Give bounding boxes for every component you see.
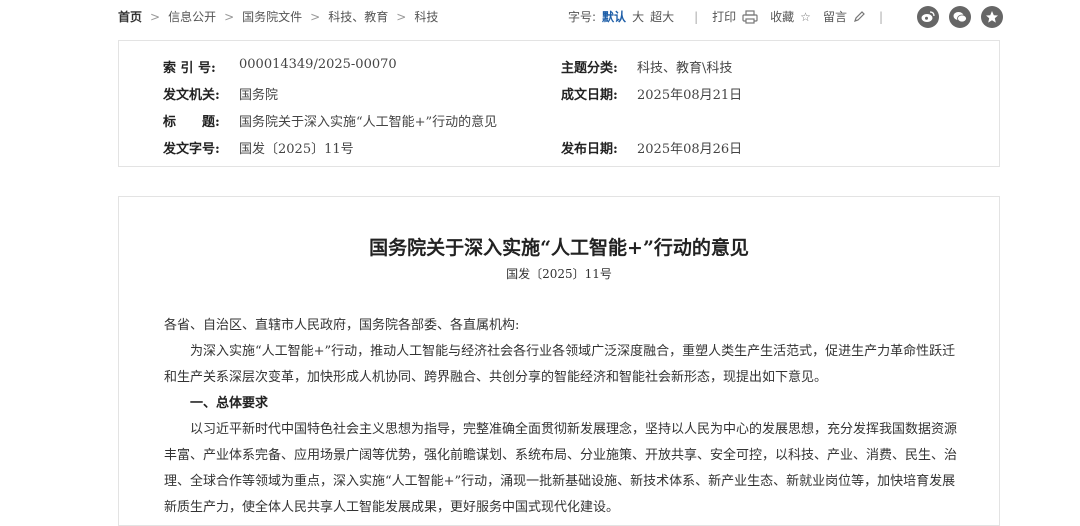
title-label: 标 题: [163, 115, 220, 130]
font-default-button[interactable]: 默认 [602, 8, 626, 25]
divider: | [878, 9, 883, 24]
section-heading: 一、总体要求 [190, 396, 269, 411]
index-value: 000014349/2025-00070 [239, 57, 397, 72]
chevron-right-icon: > [396, 10, 407, 24]
breadcrumb: 首页 > 信息公开 > 国务院文件 > 科技、教育 > 科技 [118, 8, 438, 25]
pubdate-label: 发布日期: [561, 142, 618, 157]
star-outline-icon[interactable]: ☆ [800, 10, 811, 24]
divider: | [694, 9, 699, 24]
font-large-button[interactable]: 大 [632, 8, 644, 25]
pubdate-value: 2025年08月26日 [637, 142, 743, 157]
weibo-icon[interactable] [917, 6, 939, 28]
issuer-label: 发文机关: [163, 88, 220, 103]
article-title: 国务院关于深入实施“人工智能+”行动的意见 [369, 237, 749, 259]
article-panel: 国务院关于深入实施“人工智能+”行动的意见 国发〔2025〕11号 各省、自治区… [118, 196, 1000, 526]
date-label: 成文日期: [561, 88, 618, 103]
printer-icon[interactable] [742, 9, 758, 24]
font-size-label: 字号: [568, 10, 597, 24]
top-bar: 首页 > 信息公开 > 国务院文件 > 科技、教育 > 科技 字号: 默认 大 超大 | 打印 … [0, 0, 1080, 34]
date-value: 2025年08月21日 [637, 88, 743, 103]
salutation: 各省、自治区、直辖市人民政府，国务院各部委、各直属机构: [164, 318, 520, 333]
chevron-right-icon: > [150, 10, 161, 24]
topic-label: 主题分类: [561, 61, 618, 76]
breadcrumb-docs[interactable]: 国务院文件 [242, 10, 302, 24]
favorite-button[interactable]: 收藏 [770, 8, 794, 25]
issuer-value: 国务院 [239, 88, 279, 103]
docnum-value: 国发〔2025〕11号 [239, 142, 354, 157]
toolbar: 字号: 默认 大 超大 | 打印 收藏 ☆ 留言 | [568, 8, 897, 25]
topic-value: 科技、教育\科技 [637, 61, 733, 76]
paragraph-requirements: 以习近平新时代中国特色社会主义思想为指导，完整准确全面贯彻新发展理念，坚持以人民… [164, 422, 958, 515]
wechat-icon[interactable] [949, 6, 971, 28]
breadcrumb-info[interactable]: 信息公开 [168, 10, 216, 24]
comment-button[interactable]: 留言 [823, 8, 847, 25]
star-icon[interactable] [981, 6, 1003, 28]
breadcrumb-sci-edu[interactable]: 科技、教育 [328, 10, 388, 24]
chevron-right-icon: > [224, 10, 235, 24]
title-value: 国务院关于深入实施“人工智能+”行动的意见 [239, 115, 498, 130]
breadcrumb-sci[interactable]: 科技 [414, 10, 438, 24]
print-button[interactable]: 打印 [712, 8, 736, 25]
article-docno: 国发〔2025〕11号 [506, 267, 612, 281]
index-label: 索 引 号: [163, 61, 216, 76]
pencil-icon[interactable] [853, 10, 865, 23]
docnum-label: 发文字号: [163, 142, 220, 157]
breadcrumb-home[interactable]: 首页 [118, 10, 142, 24]
chevron-right-icon: > [310, 10, 321, 24]
paragraph-intro: 为深入实施“人工智能+”行动，推动人工智能与经济社会各行业各领域广泛深度融合，重… [164, 344, 956, 385]
font-xlarge-button[interactable]: 超大 [650, 8, 674, 25]
document-meta-panel: 索 引 号: 000014349/2025-00070 主题分类: 科技、教育\… [118, 40, 1000, 167]
